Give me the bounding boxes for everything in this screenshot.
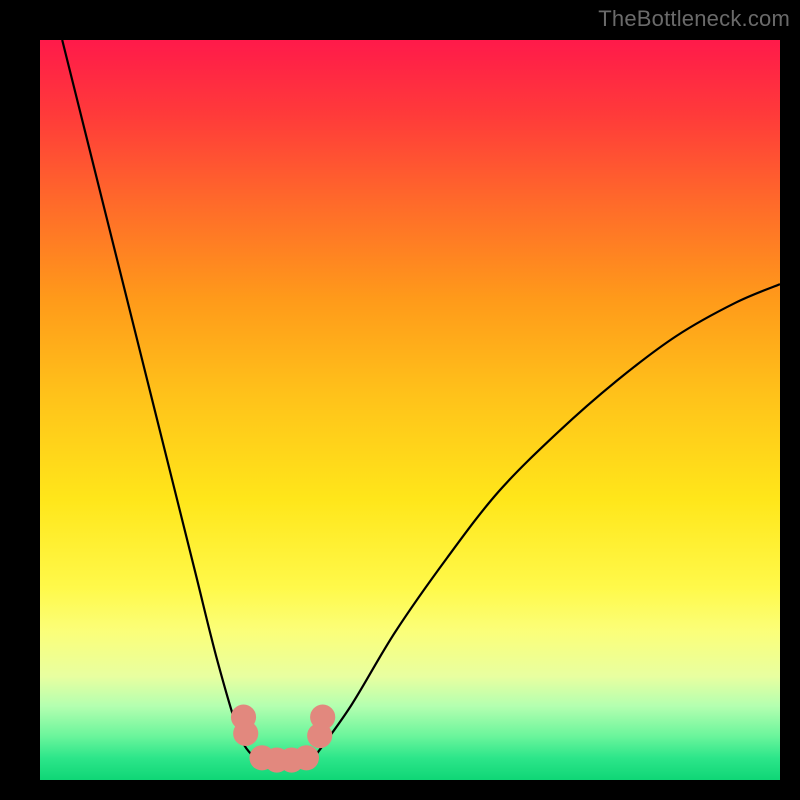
plot-area bbox=[40, 40, 780, 780]
data-point bbox=[310, 705, 335, 730]
data-point bbox=[294, 745, 319, 770]
curve-left-branch bbox=[62, 40, 254, 758]
data-points-group bbox=[231, 705, 335, 773]
watermark-text: TheBottleneck.com bbox=[598, 6, 790, 32]
data-point bbox=[233, 721, 258, 746]
curve-layer bbox=[40, 40, 780, 780]
curve-right-branch bbox=[314, 284, 780, 758]
chart-frame: TheBottleneck.com bbox=[0, 0, 800, 800]
